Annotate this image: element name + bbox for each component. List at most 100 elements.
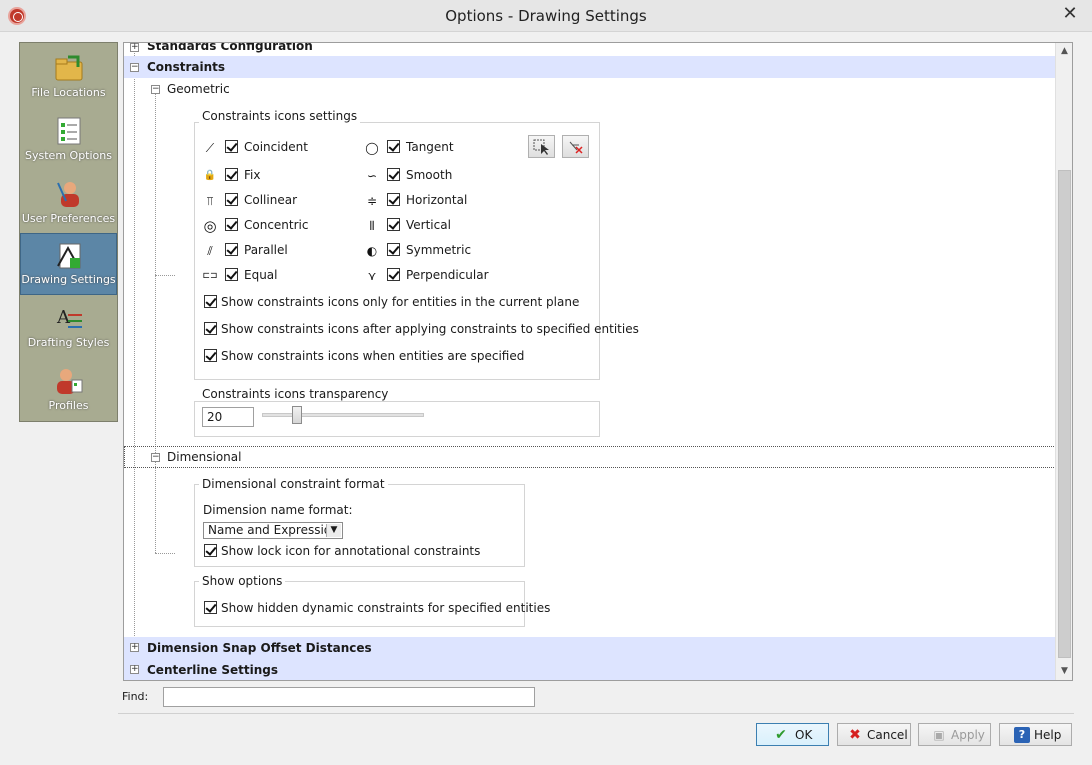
parallel-checkbox[interactable]: [225, 243, 238, 256]
checklist-icon: [54, 116, 84, 146]
vertical-scrollbar[interactable]: ▲ ▼: [1055, 43, 1072, 680]
transparency-slider-thumb[interactable]: [292, 406, 303, 424]
parallel-icon: ⫽: [207, 244, 213, 258]
chevron-down-icon[interactable]: ▼: [326, 524, 341, 537]
help-icon: ?: [1014, 727, 1030, 743]
nav-label: File Locations: [31, 86, 106, 99]
expand-icon[interactable]: +: [130, 643, 139, 652]
scroll-down-icon[interactable]: ▼: [1056, 663, 1073, 680]
symmetric-checkbox[interactable]: [387, 243, 400, 256]
nav-item-system-options[interactable]: System Options: [20, 110, 117, 172]
clear-icon: [569, 141, 583, 154]
tree-label: Geometric: [167, 82, 230, 96]
vertical-icon: ⫴: [369, 219, 375, 233]
current-plane-checkbox[interactable]: [204, 295, 217, 308]
expand-icon[interactable]: +: [130, 43, 139, 52]
user-settings-icon: [54, 179, 84, 209]
lock-icon-checkbox[interactable]: [204, 544, 217, 557]
vertical-label: Vertical: [406, 218, 451, 232]
equal-label: Equal: [244, 268, 278, 282]
equal-checkbox[interactable]: [225, 268, 238, 281]
coincident-icon: ⟋: [205, 141, 215, 155]
checkmark-icon: ✔: [775, 727, 787, 743]
help-button[interactable]: ? Help: [999, 723, 1072, 746]
tree-row-dimensional[interactable]: − Dimensional: [124, 446, 1056, 468]
coincident-checkbox[interactable]: [225, 140, 238, 153]
select-all-button[interactable]: [528, 135, 555, 158]
transparency-slider-track[interactable]: [262, 413, 424, 417]
options-nav: File Locations System Options User Prefe…: [19, 42, 118, 422]
perpendicular-icon: ⋎: [367, 269, 377, 283]
apply-label: Apply: [951, 728, 985, 742]
tree-label: Centerline Settings: [147, 663, 279, 677]
title-bar: Options - Drawing Settings ✕: [0, 0, 1092, 32]
transparency-group: [194, 401, 600, 437]
scroll-up-icon[interactable]: ▲: [1056, 43, 1073, 60]
tree-row-snap-offset[interactable]: + Dimension Snap Offset Distances: [124, 637, 1056, 659]
clear-all-button[interactable]: [562, 135, 589, 158]
tree-label: Constraints: [147, 60, 226, 74]
name-format-select[interactable]: Name and Expression ▼: [203, 522, 343, 539]
tree-label: Standards Configuration: [147, 42, 313, 53]
concentric-icon: ◎: [203, 217, 217, 235]
nav-item-profiles[interactable]: Profiles: [20, 360, 117, 422]
smooth-label: Smooth: [406, 168, 453, 182]
tree-line: [155, 93, 156, 553]
hidden-constraints-checkbox[interactable]: [204, 601, 217, 614]
smooth-checkbox[interactable]: [387, 168, 400, 181]
tree-row-geometric[interactable]: − Geometric: [124, 78, 1056, 100]
concentric-checkbox[interactable]: [225, 218, 238, 231]
tree-line: [155, 553, 175, 554]
nav-item-file-locations[interactable]: File Locations: [20, 47, 117, 109]
group-title: Dimensional constraint format: [199, 477, 388, 491]
nav-item-drafting-styles[interactable]: A Drafting Styles: [20, 297, 117, 359]
entities-specified-checkbox[interactable]: [204, 349, 217, 362]
entities-specified-label: Show constraints icons when entities are…: [221, 349, 525, 363]
footer-divider: [118, 713, 1074, 714]
find-input[interactable]: [163, 687, 535, 707]
close-button[interactable]: ✕: [1060, 4, 1080, 24]
find-label: Find:: [122, 690, 149, 703]
collapse-icon[interactable]: −: [151, 85, 160, 94]
equal-icon: ⊏⊐: [202, 271, 218, 281]
nav-item-drawing-settings[interactable]: Drawing Settings: [20, 233, 117, 295]
coincident-label: Coincident: [244, 140, 308, 154]
nav-item-user-preferences[interactable]: User Preferences: [20, 173, 117, 235]
tangent-checkbox[interactable]: [387, 140, 400, 153]
tree-label: Dimension Snap Offset Distances: [147, 641, 372, 655]
drawing-settings-icon: [54, 240, 84, 270]
tree-row-centerline[interactable]: + Centerline Settings: [124, 659, 1056, 680]
expand-icon[interactable]: +: [130, 665, 139, 674]
smooth-icon: ∽: [366, 169, 378, 183]
hidden-constraints-label: Show hidden dynamic constraints for spec…: [221, 601, 551, 615]
current-plane-label: Show constraints icons only for entities…: [221, 295, 580, 309]
vertical-checkbox[interactable]: [387, 218, 400, 231]
tangent-label: Tangent: [406, 140, 454, 154]
apply-button[interactable]: ▣ Apply: [918, 723, 991, 746]
window-title: Options - Drawing Settings: [445, 7, 647, 25]
horizontal-checkbox[interactable]: [387, 193, 400, 206]
after-applying-checkbox[interactable]: [204, 322, 217, 335]
cancel-button[interactable]: ✖ Cancel: [837, 723, 911, 746]
scrollbar-thumb[interactable]: [1058, 170, 1071, 658]
collapse-icon[interactable]: −: [151, 453, 160, 462]
nav-label: User Preferences: [21, 212, 116, 225]
collapse-icon[interactable]: −: [130, 63, 139, 72]
symmetric-label: Symmetric: [406, 243, 472, 257]
group-title: Constraints icons settings: [199, 109, 361, 123]
select-cursor-icon: [533, 139, 549, 155]
fix-checkbox[interactable]: [225, 168, 238, 181]
transparency-input[interactable]: 20: [202, 407, 254, 427]
collinear-label: Collinear: [244, 193, 297, 207]
collinear-checkbox[interactable]: [225, 193, 238, 206]
drafting-styles-icon: A: [54, 303, 84, 333]
ok-label: OK: [795, 728, 813, 742]
horizontal-label: Horizontal: [406, 193, 468, 207]
horizontal-icon: ≑: [366, 194, 378, 208]
perpendicular-checkbox[interactable]: [387, 268, 400, 281]
nav-label: Drawing Settings: [21, 273, 116, 286]
nav-label: Drafting Styles: [27, 336, 110, 349]
tree-row-constraints[interactable]: − Constraints: [124, 56, 1056, 78]
ok-button[interactable]: ✔ OK: [756, 723, 829, 746]
lock-icon-label: Show lock icon for annotational constrai…: [221, 544, 481, 558]
